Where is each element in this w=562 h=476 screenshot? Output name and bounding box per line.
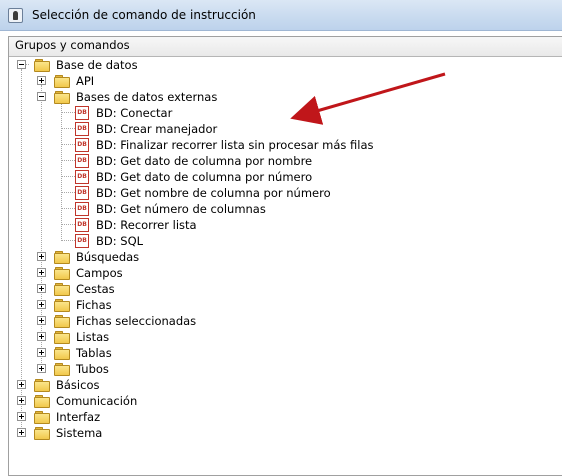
annotation-arrow	[290, 72, 446, 125]
